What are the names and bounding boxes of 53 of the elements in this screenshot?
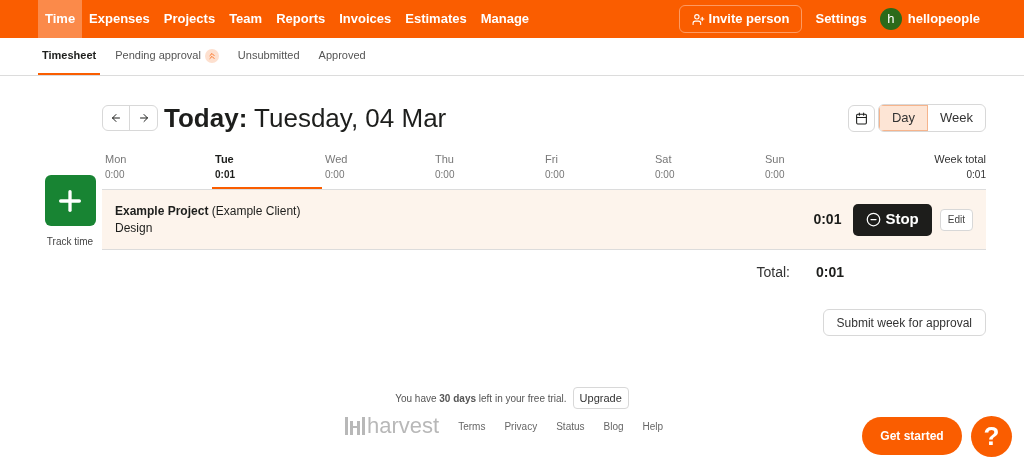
stop-icon: [866, 212, 882, 227]
avatar[interactable]: h: [879, 8, 902, 30]
sub-tab[interactable]: Pending approval: [111, 38, 223, 75]
track-time-button[interactable]: [44, 175, 96, 226]
nav-tab[interactable]: Invoices: [332, 0, 399, 38]
nav-tab[interactable]: Manage: [473, 0, 537, 38]
nav-tab[interactable]: Estimates: [398, 0, 474, 38]
arrow-right-icon: [137, 112, 150, 124]
trial-message: You have 30 days left in your free trial.: [395, 391, 567, 406]
view-toggle[interactable]: Day: [878, 105, 928, 131]
sub-tab[interactable]: Approved: [314, 38, 370, 75]
harvest-logo-icon: [345, 417, 365, 435]
submit-button[interactable]: Submit week for approval: [822, 309, 986, 336]
calendar-button[interactable]: [847, 104, 875, 132]
entry-project: Example Project (Example Client): [115, 202, 301, 220]
entry-task: Design: [115, 219, 154, 237]
view-toggle[interactable]: Week: [928, 105, 985, 131]
nav-tab[interactable]: Projects: [156, 0, 223, 38]
settings-link[interactable]: Settings: [815, 9, 867, 29]
calendar-icon: [854, 111, 868, 125]
sub-tab[interactable]: Timesheet: [38, 38, 101, 75]
footer-link[interactable]: Terms: [458, 418, 486, 434]
footer-link[interactable]: Blog: [603, 418, 624, 434]
harvest-wordmark: harvest: [367, 415, 440, 437]
day-tab[interactable]: Thu 0:00: [432, 151, 542, 189]
day-tab[interactable]: Fri 0:00: [542, 151, 652, 189]
week-total-value: 0:01: [966, 168, 986, 182]
sub-tab[interactable]: Unsubmitted: [233, 38, 304, 75]
help-button[interactable]: ?: [971, 416, 1012, 457]
footer-link[interactable]: Help: [642, 418, 664, 434]
add-user-icon: [691, 12, 705, 26]
user-name[interactable]: hellopeople: [907, 9, 980, 29]
week-total-label: Week total: [934, 152, 986, 167]
entry-duration: 0:01: [813, 210, 842, 229]
arrow-left-icon: [110, 112, 122, 124]
nav-tab[interactable]: Team: [222, 0, 270, 38]
get-started-button[interactable]: Get started: [862, 417, 962, 455]
day-tab[interactable]: Sat 0:00: [652, 151, 762, 189]
track-time-label: Track time: [46, 235, 94, 249]
nav-tab[interactable]: Reports: [269, 0, 333, 38]
day-tab[interactable]: Sun 0:00: [762, 151, 872, 189]
invite-button[interactable]: Invite person: [678, 5, 803, 33]
edit-button[interactable]: Edit: [939, 208, 973, 231]
total-value: 0:01: [815, 263, 844, 282]
day-tab[interactable]: Mon 0:00: [102, 151, 212, 189]
day-tab[interactable]: Wed 0:00: [322, 151, 432, 189]
footer-link[interactable]: Privacy: [504, 418, 538, 434]
upgrade-button[interactable]: Upgrade: [572, 387, 629, 409]
page-title: Today: Tuesday, 04 Mar: [164, 101, 447, 135]
total-label: Total:: [756, 263, 790, 282]
stop-button[interactable]: Stop: [853, 203, 932, 236]
footer-link[interactable]: Status: [556, 418, 585, 434]
nav-tab[interactable]: Expenses: [82, 0, 157, 38]
